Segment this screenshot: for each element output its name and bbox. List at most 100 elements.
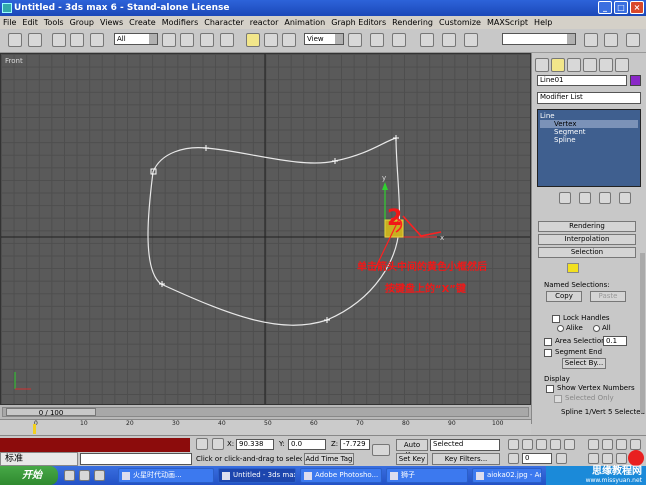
unlink-icon[interactable]: [70, 33, 84, 47]
show-end-result-icon[interactable]: [579, 192, 591, 204]
close-button[interactable]: ×: [630, 1, 644, 14]
lock-handles-checkbox[interactable]: [552, 315, 560, 323]
window-crossing-icon[interactable]: [220, 33, 234, 47]
object-color-swatch[interactable]: [630, 75, 641, 86]
create-tab-icon[interactable]: [535, 58, 549, 72]
pan-icon[interactable]: [602, 453, 613, 464]
rectangular-selection-icon[interactable]: [200, 33, 214, 47]
taskbar-item[interactable]: 狮子: [386, 468, 468, 483]
alike-radio[interactable]: [557, 325, 564, 332]
menu-file[interactable]: File: [3, 16, 16, 29]
menu-help[interactable]: Help: [534, 16, 552, 29]
command-panel-scrollbar[interactable]: [640, 253, 645, 413]
menu-customize[interactable]: Customize: [439, 16, 481, 29]
make-unique-icon[interactable]: [599, 192, 611, 204]
key-filters-button[interactable]: Key Filters...: [432, 453, 500, 465]
stack-item-line[interactable]: Line: [540, 112, 638, 120]
zoom-extents-icon[interactable]: [616, 439, 627, 450]
menu-graph-editors[interactable]: Graph Editors: [331, 16, 386, 29]
previous-frame-icon[interactable]: [522, 439, 533, 450]
area-selection-field[interactable]: 0.1: [603, 336, 627, 346]
go-to-start-icon[interactable]: [508, 439, 519, 450]
stack-item-segment[interactable]: Segment: [540, 128, 638, 136]
menu-modifiers[interactable]: Modifiers: [162, 16, 199, 29]
taskbar-item[interactable]: Untitled - 3ds max...: [218, 468, 296, 483]
object-name-field[interactable]: Line01: [537, 75, 627, 86]
x-coord-field[interactable]: 90.338: [236, 439, 274, 450]
menu-group[interactable]: Group: [70, 16, 94, 29]
absolute-mode-icon[interactable]: [212, 438, 224, 450]
menu-animation[interactable]: Animation: [284, 16, 325, 29]
material-editor-icon[interactable]: [584, 33, 598, 47]
time-slider-thumb[interactable]: 0 / 100: [6, 408, 96, 417]
display-tab-icon[interactable]: [599, 58, 613, 72]
snap-toggle-icon[interactable]: [420, 33, 434, 47]
track-bar-ruler[interactable]: 0 10 20 30 40 50 60 70 80 90 100: [0, 419, 531, 435]
spline-shape[interactable]: [147, 137, 401, 326]
select-and-rotate-icon[interactable]: [264, 33, 278, 47]
select-object-icon[interactable]: [162, 33, 176, 47]
menu-character[interactable]: Character: [204, 16, 244, 29]
select-by-button[interactable]: Select By...: [562, 358, 606, 369]
current-frame-field[interactable]: 0: [522, 453, 552, 464]
set-key-button[interactable]: Set Key: [396, 453, 428, 465]
angle-snap-icon[interactable]: [442, 33, 456, 47]
maxscript-input[interactable]: [80, 453, 192, 465]
pivot-center-icon[interactable]: [348, 33, 362, 47]
menu-views[interactable]: Views: [100, 16, 123, 29]
modifier-list-dropdown[interactable]: Modifier List: [537, 92, 641, 104]
area-selection-checkbox[interactable]: [544, 338, 552, 346]
quick-launch-icon[interactable]: [79, 470, 90, 481]
auto-key-button[interactable]: Auto Key: [396, 439, 428, 459]
quick-render-icon[interactable]: [626, 33, 640, 47]
render-scene-icon[interactable]: [604, 33, 618, 47]
remove-modifier-icon[interactable]: [619, 192, 631, 204]
redo-icon[interactable]: [28, 33, 42, 47]
named-selection-set-dropdown[interactable]: [502, 33, 576, 45]
time-config-icon[interactable]: [556, 453, 567, 464]
all-radio[interactable]: [593, 325, 600, 332]
z-coord-field[interactable]: -7.729: [340, 439, 370, 450]
pin-stack-icon[interactable]: [559, 192, 571, 204]
rollout-rendering[interactable]: Rendering: [538, 221, 636, 232]
selection-filter-dropdown[interactable]: All: [114, 33, 158, 45]
taskbar-item[interactable]: aioka02.jpg - Ac...: [472, 468, 542, 483]
start-button[interactable]: 开始: [0, 466, 58, 485]
menu-reactor[interactable]: reactor: [250, 16, 279, 29]
rollout-interpolation[interactable]: Interpolation: [538, 234, 636, 245]
utilities-tab-icon[interactable]: [615, 58, 629, 72]
select-by-name-icon[interactable]: [180, 33, 194, 47]
stack-item-spline[interactable]: Spline: [540, 136, 638, 144]
copy-button[interactable]: Copy: [546, 291, 582, 302]
menu-rendering[interactable]: Rendering: [392, 16, 433, 29]
add-time-tag-button[interactable]: Add Time Tag: [304, 453, 354, 465]
time-slider[interactable]: 0 / 100: [2, 407, 529, 417]
zoom-extents-all-icon[interactable]: [630, 439, 641, 450]
key-selection-dropdown[interactable]: Selected: [430, 439, 500, 451]
motion-tab-icon[interactable]: [583, 58, 597, 72]
field-of-view-icon[interactable]: [588, 453, 599, 464]
stack-item-vertex[interactable]: Vertex: [540, 120, 638, 128]
select-and-move-icon[interactable]: [246, 33, 260, 47]
modify-tab-icon[interactable]: [551, 58, 565, 72]
go-to-end-icon[interactable]: [564, 439, 575, 450]
percent-snap-icon[interactable]: [464, 33, 478, 47]
menu-maxscript[interactable]: MAXScript: [487, 16, 528, 29]
play-icon[interactable]: [536, 439, 547, 450]
front-viewport[interactable]: Front y x 2 单击箭头中间的黄色小框然后 按键盘上的“X”键: [0, 53, 531, 405]
minimize-button[interactable]: _: [598, 1, 612, 14]
menu-edit[interactable]: Edit: [22, 16, 38, 29]
undo-icon[interactable]: [8, 33, 22, 47]
mirror-icon[interactable]: [370, 33, 384, 47]
align-icon[interactable]: [392, 33, 406, 47]
zoom-all-icon[interactable]: [602, 439, 613, 450]
ime-language-bar[interactable]: 标准: [0, 452, 78, 466]
taskbar-item[interactable]: Adobe Photosho...: [300, 468, 382, 483]
vertex-mode-icon[interactable]: [567, 263, 579, 273]
quick-launch-icon[interactable]: [64, 470, 75, 481]
lock-selection-icon[interactable]: [196, 438, 208, 450]
next-frame-icon[interactable]: [550, 439, 561, 450]
selected-only-checkbox[interactable]: [554, 395, 562, 403]
menu-tools[interactable]: Tools: [44, 16, 64, 29]
link-icon[interactable]: [52, 33, 66, 47]
